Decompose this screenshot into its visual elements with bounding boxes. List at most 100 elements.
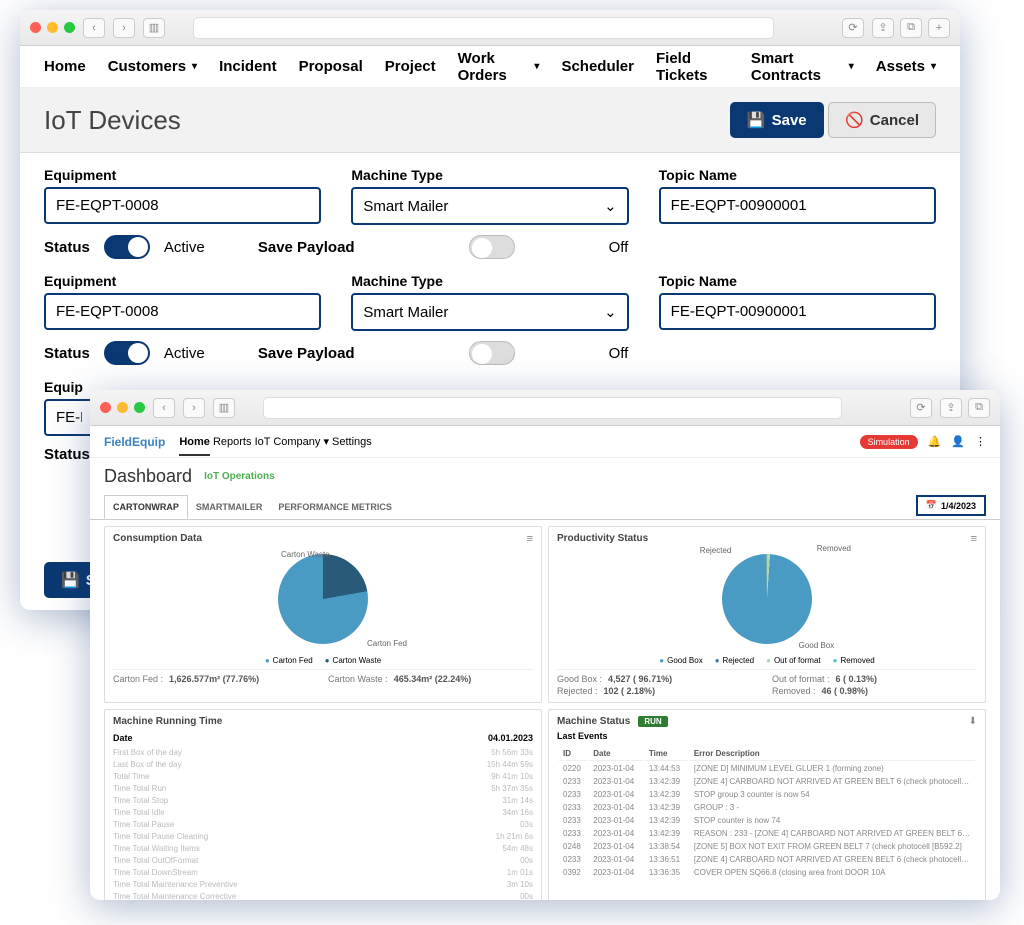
cancel-icon: 🚫 [845,111,864,129]
bell-icon[interactable]: 🔔 [928,435,942,448]
equipment-input[interactable] [44,187,321,224]
menu-icon[interactable]: ⋮ [975,435,986,448]
last-events-title: Last Events [557,731,977,741]
event-row: 02202023-01-0413:44:53[ZONE D] MINIMUM L… [559,763,975,774]
legend-item: Out of format [766,656,821,665]
mrt-row: Last Box of the day15h 44m 59s [113,759,533,771]
maximize-dot[interactable] [134,402,145,413]
nav-settings[interactable]: Settings [332,436,372,448]
chevron-down-icon: ⌄ [604,197,617,215]
legend-item: Rejected [715,656,754,665]
nav-reports[interactable]: Reports [213,436,252,448]
event-row: 02332023-01-0413:42:39REASON : 233 - [ZO… [559,828,975,839]
save-payload-toggle[interactable] [469,235,515,259]
share-icon[interactable]: ⇪ [940,398,962,418]
save-payload-value: Off [609,239,629,256]
back-button[interactable]: ‹ [83,18,105,38]
copy-icon[interactable]: ⧉ [900,18,922,38]
tab-smartmailer[interactable]: SMARTMAILER [188,496,271,518]
pie-label-removed: Removed [817,544,851,553]
nav-project[interactable]: Project [385,58,436,75]
dashboard-subtitle: IoT Operations [204,471,275,482]
tab-cartonwrap[interactable]: CARTONWRAP [104,495,188,519]
save-payload-label: Save Payload [258,239,355,256]
nav-incident[interactable]: Incident [219,58,277,75]
nav-company[interactable]: Company ▾ [273,436,329,448]
consumption-pie-chart [278,554,368,644]
minimize-dot[interactable] [117,402,128,413]
nav-scheduler[interactable]: Scheduler [561,58,634,75]
close-dot[interactable] [100,402,111,413]
sidebar-toggle-icon[interactable]: ▥ [143,18,165,38]
tab-performance-metrics[interactable]: PERFORMANCE METRICS [270,496,400,518]
legend-waste: Carton Waste [325,656,381,665]
url-bar[interactable] [263,397,842,419]
status-value: Active [164,239,224,256]
productivity-card: Productivity Status ≡ Rejected Removed G… [548,526,986,703]
mrt-card: Machine Running Time Date 04.01.2023 Fir… [104,709,542,900]
status-toggle[interactable] [104,235,150,259]
mrt-row: Time Total OutOfFormat00s [113,855,533,867]
share-icon[interactable]: ⇪ [872,18,894,38]
refresh-icon[interactable]: ⟳ [842,18,864,38]
browser-chrome: ‹ › ▥ ⟳ ⇪ ⧉ [90,390,1000,426]
pie-label-rejected: Rejected [700,546,732,555]
mrt-row: Total Time9h 41m 10s [113,771,533,783]
maximize-dot[interactable] [64,22,75,33]
copy-icon[interactable]: ⧉ [968,398,990,418]
download-icon[interactable]: ⬇ [969,716,977,727]
card-title: Consumption Data [113,533,533,544]
forward-button[interactable]: › [183,398,205,418]
save-payload-toggle[interactable] [469,341,515,365]
close-dot[interactable] [30,22,41,33]
forward-button[interactable]: › [113,18,135,38]
back-button[interactable]: ‹ [153,398,175,418]
topic-name-input[interactable] [659,187,936,224]
calendar-icon: 📅 [926,500,937,511]
page-title: IoT Devices [44,105,181,136]
equipment-input[interactable] [44,293,321,330]
dashboard-window: ‹ › ▥ ⟳ ⇪ ⧉ FieldEquip Home Reports IoT … [90,390,1000,900]
refresh-icon[interactable]: ⟳ [910,398,932,418]
status-value: Active [164,345,224,362]
cancel-button[interactable]: 🚫 Cancel [828,102,936,138]
nav-home[interactable]: Home [179,436,210,456]
status-label: Status [44,239,90,256]
nav-smart-contracts[interactable]: Smart Contracts [751,50,854,84]
status-toggle[interactable] [104,341,150,365]
nav-work-orders[interactable]: Work Orders [458,50,540,84]
ms-card: Machine Status RUN ⬇ Last Events IDDateT… [548,709,986,900]
nav-assets[interactable]: Assets [876,58,936,75]
topic-name-label: Topic Name [659,167,936,183]
nav-customers[interactable]: Customers [108,58,197,75]
topic-name-label: Topic Name [659,273,936,289]
nav-field-tickets[interactable]: Field Tickets [656,50,729,84]
date-picker[interactable]: 📅 1/4/2023 [916,495,986,516]
save-icon: 💾 [61,571,80,589]
legend-item: Removed [833,656,875,665]
equipment-input[interactable] [44,399,94,436]
mrt-row: Time Total Maintenance Preventive3m 10s [113,879,533,891]
event-row: 02482023-01-0413:38:54[ZONE 5] BOX NOT E… [559,841,975,852]
consumption-card: Consumption Data ≡ Carton Waste Carton F… [104,526,542,703]
nav-proposal[interactable]: Proposal [299,58,363,75]
card-title: Productivity Status [557,533,977,544]
event-row: 02332023-01-0413:36:51[ZONE 4] CARBOARD … [559,854,975,865]
user-icon[interactable]: 👤 [951,435,965,448]
nav-iot[interactable]: IoT [255,436,271,448]
minimize-dot[interactable] [47,22,58,33]
topic-name-input[interactable] [659,293,936,330]
machine-type-select[interactable]: Smart Mailer⌄ [351,293,628,331]
new-tab-icon[interactable]: + [928,18,950,38]
mrt-date-value: 04.01.2023 [488,733,533,743]
sidebar-toggle-icon[interactable]: ▥ [213,398,235,418]
nav-home[interactable]: Home [44,58,86,75]
save-button[interactable]: 💾 Save [730,102,824,138]
mrt-row: Time Total Run5h 37m 35s [113,783,533,795]
url-bar[interactable] [193,17,774,39]
machine-type-select[interactable]: Smart Mailer⌄ [351,187,628,225]
simulation-badge: Simulation [860,435,918,449]
chevron-down-icon: ⌄ [604,303,617,321]
productivity-pie-chart [722,554,812,644]
run-badge: RUN [638,716,667,727]
